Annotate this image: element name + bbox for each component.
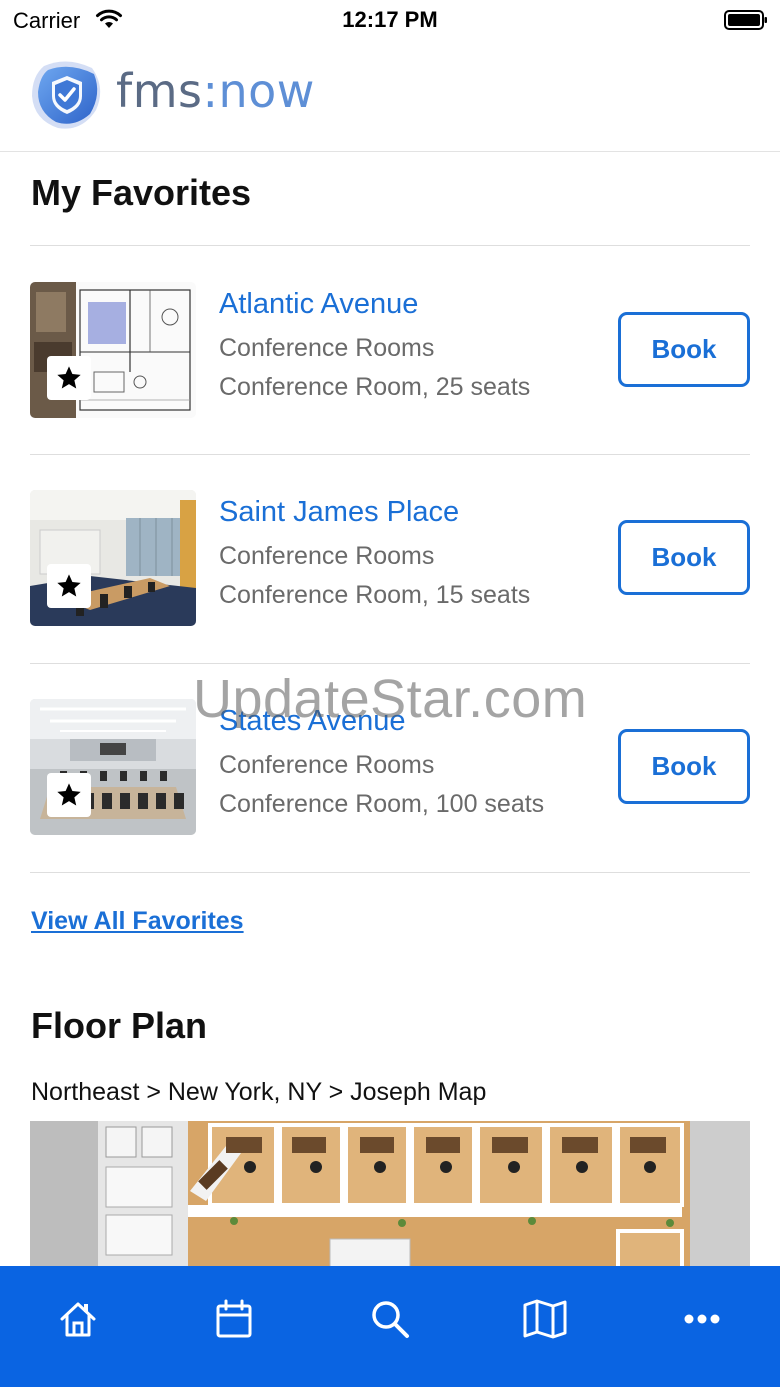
clock: 12:17 PM xyxy=(342,7,438,32)
divider xyxy=(30,663,750,664)
logo-text-a: fms xyxy=(116,64,203,118)
favorite-star-icon[interactable] xyxy=(47,356,91,400)
logo-shield-icon xyxy=(32,61,101,129)
room-category: Conference Rooms xyxy=(219,542,435,570)
calendar-icon xyxy=(216,1299,252,1338)
tab-home[interactable] xyxy=(48,1294,108,1344)
divider xyxy=(30,454,750,455)
home-icon xyxy=(60,1302,96,1337)
book-button[interactable]: Book xyxy=(618,312,750,387)
tab-map[interactable] xyxy=(515,1294,575,1344)
room-description: Conference Room, 15 seats xyxy=(219,581,531,609)
breadcrumb: Northeast > New York, NY > Joseph Map xyxy=(31,1078,487,1106)
watermark: UpdateStar.com xyxy=(193,669,588,729)
app-header: fms:now xyxy=(0,40,780,152)
logo-text-b: :now xyxy=(202,64,315,118)
tab-bar xyxy=(0,1266,780,1387)
floor-plan-map[interactable] xyxy=(30,1121,750,1271)
favorite-star-icon[interactable] xyxy=(47,773,91,817)
favorite-item-atlantic-avenue[interactable]: Atlantic Avenue Conference Rooms Confere… xyxy=(30,282,750,422)
room-thumbnail xyxy=(30,490,196,626)
divider xyxy=(30,872,750,873)
book-button[interactable]: Book xyxy=(618,729,750,804)
view-all-favorites-link[interactable]: View All Favorites xyxy=(31,907,244,936)
floor-plan-title: Floor Plan xyxy=(31,1005,208,1046)
room-description: Conference Room, 25 seats xyxy=(219,373,531,401)
search-icon xyxy=(372,1301,409,1338)
room-category: Conference Rooms xyxy=(219,334,435,362)
divider xyxy=(30,245,750,246)
tab-calendar[interactable] xyxy=(204,1294,264,1344)
logo-text: fms:now xyxy=(116,64,315,118)
room-category: Conference Rooms xyxy=(219,751,435,779)
room-name[interactable]: Atlantic Avenue xyxy=(219,288,418,321)
room-name[interactable]: Saint James Place xyxy=(219,496,459,529)
more-icon xyxy=(684,1314,720,1324)
status-bar: Carrier 12:17 PM xyxy=(0,0,780,40)
favorite-star-icon[interactable] xyxy=(47,564,91,608)
room-thumbnail xyxy=(30,699,196,835)
battery-icon xyxy=(724,10,767,30)
favorite-item-saint-james-place[interactable]: Saint James Place Conference Rooms Confe… xyxy=(30,490,750,630)
map-icon xyxy=(523,1299,567,1339)
favorites-title: My Favorites xyxy=(31,172,252,213)
room-thumbnail xyxy=(30,282,196,418)
tab-search[interactable] xyxy=(360,1294,420,1344)
book-button[interactable]: Book xyxy=(618,520,750,595)
room-description: Conference Room, 100 seats xyxy=(219,790,545,818)
tab-more[interactable] xyxy=(672,1294,732,1344)
